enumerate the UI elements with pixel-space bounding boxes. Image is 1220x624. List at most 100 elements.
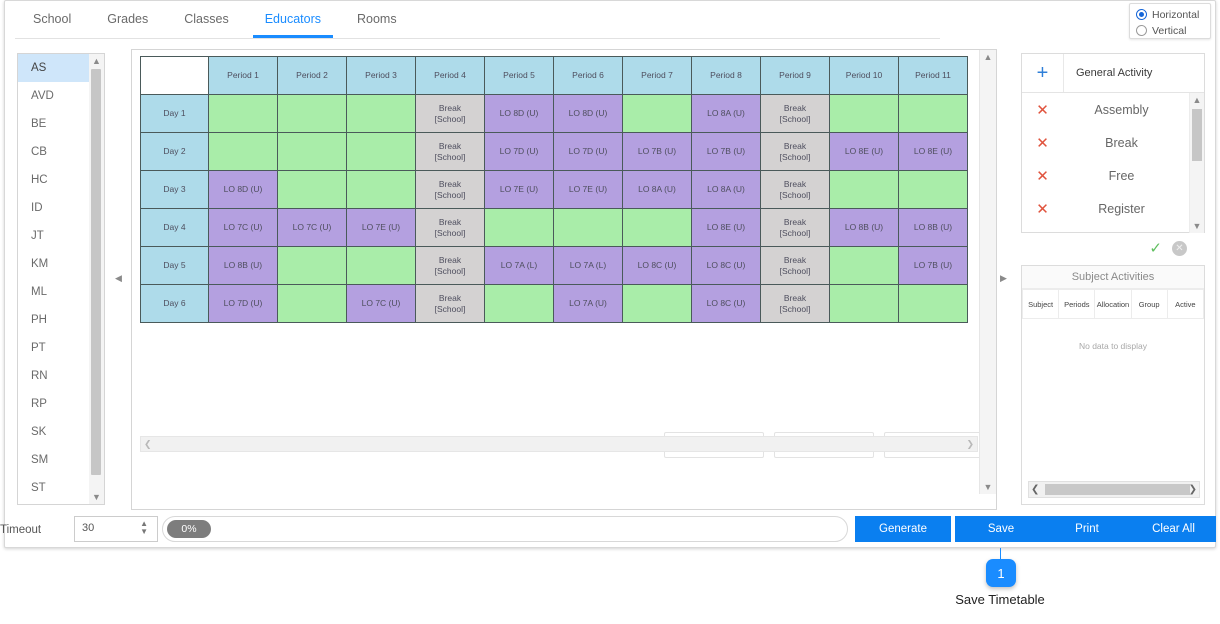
timetable-cell-d6-p4[interactable]: Break [School] bbox=[415, 284, 485, 323]
clear-all-button[interactable]: Clear All bbox=[1131, 516, 1216, 542]
timetable-cell-d6-p6[interactable]: LO 7A (U) bbox=[553, 284, 623, 323]
check-icon[interactable]: ✓ bbox=[1149, 239, 1162, 257]
timetable-horizontal-scrollbar[interactable]: ❮ ❯ bbox=[140, 436, 978, 452]
timetable-cell-d1-p5[interactable]: LO 8D (U) bbox=[484, 94, 554, 133]
print-button[interactable]: Print bbox=[1043, 516, 1131, 542]
timetable-cell-d2-p5[interactable]: LO 7D (U) bbox=[484, 132, 554, 171]
tab-school[interactable]: School bbox=[15, 1, 89, 38]
timetable-cell-d1-p1[interactable] bbox=[208, 94, 278, 133]
timetable-cell-d6-p7[interactable] bbox=[622, 284, 692, 323]
timetable-cell-d2-p6[interactable]: LO 7D (U) bbox=[553, 132, 623, 171]
educator-list-scrollbar[interactable]: ▲ ▼ bbox=[89, 53, 105, 505]
timetable-cell-d2-p4[interactable]: Break [School] bbox=[415, 132, 485, 171]
delete-register-icon[interactable]: ✕ bbox=[1022, 200, 1063, 218]
timetable-cell-d1-p7[interactable] bbox=[622, 94, 692, 133]
tab-rooms[interactable]: Rooms bbox=[339, 1, 415, 38]
timetable-cell-d4-p8[interactable]: LO 8E (U) bbox=[691, 208, 761, 247]
timetable-cell-d4-p3[interactable]: LO 7E (U) bbox=[346, 208, 416, 247]
timetable-cell-d3-p3[interactable] bbox=[346, 170, 416, 209]
scroll-down-icon[interactable]: ▼ bbox=[89, 490, 104, 504]
activity-label-register[interactable]: Register bbox=[1063, 202, 1204, 216]
timetable-cell-d1-p6[interactable]: LO 8D (U) bbox=[553, 94, 623, 133]
radio-horizontal[interactable]: Horizontal bbox=[1136, 7, 1210, 22]
activity-label-break[interactable]: Break bbox=[1063, 136, 1204, 150]
timetable-cell-d4-p6[interactable] bbox=[553, 208, 623, 247]
collapse-right-icon[interactable]: ▶ bbox=[1000, 273, 1007, 284]
scroll-up-icon[interactable]: ▲ bbox=[89, 54, 104, 68]
scrollbar-thumb[interactable] bbox=[91, 69, 101, 475]
scrollbar-thumb[interactable] bbox=[1192, 109, 1202, 161]
timetable-cell-d1-p8[interactable]: LO 8A (U) bbox=[691, 94, 761, 133]
tab-grades[interactable]: Grades bbox=[89, 1, 166, 38]
timetable-cell-d3-p1[interactable]: LO 8D (U) bbox=[208, 170, 278, 209]
timetable-cell-d6-p10[interactable] bbox=[829, 284, 899, 323]
collapse-left-icon[interactable]: ◀ bbox=[115, 273, 122, 284]
timetable-cell-d6-p2[interactable] bbox=[277, 284, 347, 323]
tab-classes[interactable]: Classes bbox=[166, 1, 246, 38]
timetable-cell-d2-p8[interactable]: LO 7B (U) bbox=[691, 132, 761, 171]
scroll-up-icon[interactable]: ▲ bbox=[980, 50, 996, 64]
timetable-cell-d6-p9[interactable]: Break [School] bbox=[760, 284, 830, 323]
delete-free-icon[interactable]: ✕ bbox=[1022, 167, 1063, 185]
radio-vertical[interactable]: Vertical bbox=[1136, 23, 1210, 38]
timetable-cell-d1-p4[interactable]: Break [School] bbox=[415, 94, 485, 133]
timetable-vertical-scrollbar[interactable]: ▲ ▼ bbox=[979, 50, 996, 494]
timetable-cell-d4-p5[interactable] bbox=[484, 208, 554, 247]
timetable-cell-d2-p11[interactable]: LO 8E (U) bbox=[898, 132, 968, 171]
timetable-cell-d3-p5[interactable]: LO 7E (U) bbox=[484, 170, 554, 209]
subject-col-subject[interactable]: Subject bbox=[1021, 289, 1060, 319]
timetable-cell-d5-p4[interactable]: Break [School] bbox=[415, 246, 485, 285]
timetable-cell-d1-p9[interactable]: Break [School] bbox=[760, 94, 830, 133]
timetable-cell-d3-p6[interactable]: LO 7E (U) bbox=[553, 170, 623, 209]
subject-col-group[interactable]: Group bbox=[1130, 289, 1168, 319]
stepper-down-icon[interactable]: ▼ bbox=[140, 528, 148, 536]
timetable-cell-d1-p2[interactable] bbox=[277, 94, 347, 133]
timetable-cell-d5-p9[interactable]: Break [School] bbox=[760, 246, 830, 285]
tab-educators[interactable]: Educators bbox=[247, 1, 339, 38]
delete-assembly-icon[interactable]: ✕ bbox=[1022, 101, 1063, 119]
timetable-cell-d2-p7[interactable]: LO 7B (U) bbox=[622, 132, 692, 171]
timetable-cell-d2-p10[interactable]: LO 8E (U) bbox=[829, 132, 899, 171]
activity-list-scrollbar[interactable]: ▲ ▼ bbox=[1189, 93, 1204, 233]
timetable-cell-d6-p5[interactable] bbox=[484, 284, 554, 323]
timetable-cell-d5-p6[interactable]: LO 7A (L) bbox=[553, 246, 623, 285]
timetable-cell-d5-p8[interactable]: LO 8C (U) bbox=[691, 246, 761, 285]
scroll-left-icon[interactable]: ❮ bbox=[144, 439, 152, 450]
timetable-cell-d5-p5[interactable]: LO 7A (L) bbox=[484, 246, 554, 285]
timetable-cell-d3-p8[interactable]: LO 8A (U) bbox=[691, 170, 761, 209]
timetable-cell-d2-p9[interactable]: Break [School] bbox=[760, 132, 830, 171]
activity-label-free[interactable]: Free bbox=[1063, 169, 1204, 183]
timetable-cell-d1-p11[interactable] bbox=[898, 94, 968, 133]
scrollbar-thumb[interactable] bbox=[1045, 484, 1190, 495]
timetable-cell-d3-p10[interactable] bbox=[829, 170, 899, 209]
scroll-right-icon[interactable]: ❯ bbox=[966, 439, 974, 450]
generate-button[interactable]: Generate bbox=[855, 516, 951, 542]
timetable-cell-d3-p4[interactable]: Break [School] bbox=[415, 170, 485, 209]
timetable-cell-d6-p3[interactable]: LO 7C (U) bbox=[346, 284, 416, 323]
timetable-cell-d3-p9[interactable]: Break [School] bbox=[760, 170, 830, 209]
delete-break-icon[interactable]: ✕ bbox=[1022, 134, 1063, 152]
timetable-cell-d6-p8[interactable]: LO 8C (U) bbox=[691, 284, 761, 323]
timetable-cell-d4-p10[interactable]: LO 8B (U) bbox=[829, 208, 899, 247]
scroll-down-icon[interactable]: ▼ bbox=[1190, 219, 1204, 233]
timetable-cell-d4-p1[interactable]: LO 7C (U) bbox=[208, 208, 278, 247]
timetable-cell-d5-p10[interactable] bbox=[829, 246, 899, 285]
timetable-cell-d2-p2[interactable] bbox=[277, 132, 347, 171]
subject-activities-horizontal-scrollbar[interactable]: ❮ ❯ bbox=[1028, 481, 1200, 498]
save-button[interactable]: Save bbox=[955, 516, 1047, 542]
activity-label-assembly[interactable]: Assembly bbox=[1063, 103, 1204, 117]
timetable-cell-d4-p4[interactable]: Break [School] bbox=[415, 208, 485, 247]
timetable-cell-d3-p11[interactable] bbox=[898, 170, 968, 209]
subject-col-periods[interactable]: Periods bbox=[1058, 289, 1096, 319]
timetable-cell-d4-p2[interactable]: LO 7C (U) bbox=[277, 208, 347, 247]
timetable-cell-d5-p1[interactable]: LO 8B (U) bbox=[208, 246, 278, 285]
scroll-down-icon[interactable]: ▼ bbox=[980, 480, 996, 494]
timetable-cell-d4-p7[interactable] bbox=[622, 208, 692, 247]
timetable-cell-d5-p2[interactable] bbox=[277, 246, 347, 285]
add-activity-icon[interactable]: + bbox=[1022, 54, 1064, 92]
timetable-cell-d2-p1[interactable] bbox=[208, 132, 278, 171]
timeout-stepper[interactable]: 30 ▲ ▼ bbox=[74, 516, 158, 542]
scroll-left-icon[interactable]: ❮ bbox=[1031, 484, 1039, 495]
timetable-cell-d6-p1[interactable]: LO 7D (U) bbox=[208, 284, 278, 323]
timetable-cell-d1-p10[interactable] bbox=[829, 94, 899, 133]
